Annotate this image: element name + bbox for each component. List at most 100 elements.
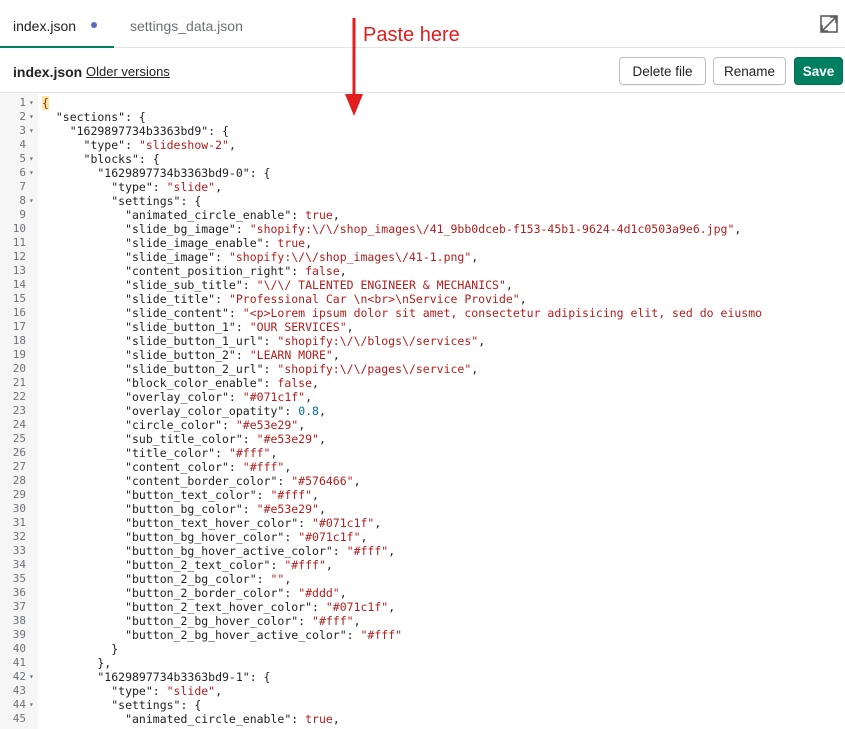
code-token: "slide_button_1": (42, 320, 250, 334)
code-text: "button_2_bg_color": "", (42, 572, 291, 586)
code-token: , (318, 502, 326, 516)
code-token: , (339, 264, 347, 278)
line-number: 10 (12, 222, 26, 235)
code-text: "content_color": "#fff", (42, 460, 291, 474)
code-line: 43 "type": "slide", (0, 684, 845, 698)
code-token: , (519, 292, 527, 306)
fold-arrow-icon[interactable]: ▾ (29, 96, 37, 110)
editor-toolbar: index.json Older versions Delete file Re… (0, 49, 845, 93)
code-token: "\/\/ TALENTED ENGINEER & MECHANICS" (256, 278, 506, 292)
line-number: 1 (19, 96, 26, 109)
tab-settings-data-json[interactable]: settings_data.json (130, 0, 243, 48)
code-token: "slide_image": (42, 250, 229, 264)
code-token: "settings": { (42, 698, 202, 712)
code-token: "block_color_enable": (42, 376, 278, 390)
line-number: 32 (12, 530, 26, 543)
code-token: false (277, 376, 313, 390)
code-token: , (734, 222, 742, 236)
fold-arrow-icon[interactable]: ▾ (29, 194, 37, 208)
code-token: "button_text_hover_color": (42, 516, 313, 530)
code-token: "#576466" (291, 474, 354, 488)
code-line: 13 "content_position_right": false, (0, 264, 845, 278)
expand-icon[interactable] (819, 14, 839, 34)
code-token: "slideshow-2" (138, 138, 229, 152)
fold-arrow-icon[interactable]: ▾ (29, 670, 37, 684)
unsaved-indicator-dot (91, 22, 97, 28)
code-token: , (305, 390, 313, 404)
code-token: "slide_title": (42, 292, 229, 306)
code-editor[interactable]: 1 ▾{2 ▾ "sections": {3 ▾ "1629897734b3363bd… (0, 94, 845, 729)
code-token: , (318, 404, 326, 418)
code-token: , (325, 558, 333, 572)
code-token: , (215, 684, 223, 698)
code-token: "animated_circle_enable": (42, 208, 306, 222)
code-token: "button_2_bg_hover_active_color": (42, 628, 361, 642)
code-text: "button_bg_hover_color": "#071c1f", (42, 530, 367, 544)
line-number: 28 (12, 474, 26, 487)
code-token: "button_2_text_hover_color": (42, 600, 326, 614)
code-text: "block_color_enable": false, (42, 376, 319, 390)
code-text: "animated_circle_enable": true, (42, 208, 340, 222)
code-text: "slide_button_1": "OUR SERVICES", (42, 320, 354, 334)
code-token: "button_2_text_color": (42, 558, 285, 572)
code-token: { (42, 96, 49, 110)
code-line: 20 "slide_button_2_url": "shopify:\/\/pa… (0, 362, 845, 376)
line-number: 21 (12, 376, 26, 389)
save-button[interactable]: Save (794, 57, 843, 85)
code-token: }, (42, 656, 112, 670)
line-number: 5 (19, 152, 26, 165)
code-line: 29 "button_text_color": "#fff", (0, 488, 845, 502)
fold-arrow-icon[interactable]: ▾ (29, 698, 37, 712)
code-text: "content_border_color": "#576466", (42, 474, 360, 488)
line-number: 13 (12, 264, 26, 277)
delete-file-button[interactable]: Delete file (619, 57, 706, 85)
code-line: 24 "circle_color": "#e53e29", (0, 418, 845, 432)
code-token: "#fff" (242, 460, 285, 474)
code-text: "button_bg_color": "#e53e29", (42, 502, 326, 516)
code-text: "slide_content": "<p>Lorem ipsum dolor s… (42, 306, 762, 320)
code-token: true (277, 236, 306, 250)
fold-arrow-icon[interactable]: ▾ (29, 166, 37, 180)
line-number: 45 (12, 712, 26, 725)
line-number: 20 (12, 362, 26, 375)
code-text: "button_bg_hover_active_color": "#fff", (42, 544, 395, 558)
code-text: "blocks": { (42, 152, 160, 166)
code-token: "#e53e29" (256, 432, 319, 446)
code-text: "settings": { (42, 698, 201, 712)
code-line: 45 "animated_circle_enable": true, (0, 712, 845, 726)
code-token: "slide" (166, 684, 216, 698)
rename-button[interactable]: Rename (713, 57, 786, 85)
code-lines: 1 ▾{2 ▾ "sections": {3 ▾ "1629897734b3363bd… (0, 96, 845, 726)
code-line: 22 "overlay_color": "#071c1f", (0, 390, 845, 404)
code-token: "slide_bg_image": (42, 222, 250, 236)
fold-arrow-icon[interactable]: ▾ (29, 110, 37, 124)
line-number: 14 (12, 278, 26, 291)
code-token: 0.8 (298, 404, 319, 418)
code-line: 4 "type": "slideshow-2", (0, 138, 845, 152)
code-token: "slide" (166, 180, 216, 194)
older-versions-link[interactable]: Older versions (86, 64, 170, 79)
code-token: "slide_button_2_url": (42, 362, 278, 376)
tab-label: settings_data.json (130, 18, 243, 34)
code-token: "button_text_color": (42, 488, 271, 502)
code-text: "1629897734b3363bd9-1": { (42, 670, 270, 684)
code-token: , (298, 418, 306, 432)
line-number: 42 (12, 670, 26, 683)
code-token: "#fff" (228, 446, 271, 460)
code-line: 37 "button_2_text_hover_color": "#071c1f… (0, 600, 845, 614)
code-text: "1629897734b3363bd9": { (42, 124, 229, 138)
code-line: 30 "button_bg_color": "#e53e29", (0, 502, 845, 516)
code-line: 3 ▾ "1629897734b3363bd9": { (0, 124, 845, 138)
code-token: "slide_sub_title": (42, 278, 257, 292)
fold-arrow-icon[interactable]: ▾ (29, 124, 37, 138)
code-token: , (471, 362, 479, 376)
fold-arrow-icon[interactable]: ▾ (29, 152, 37, 166)
code-text: "button_2_bg_hover_color": "#fff", (42, 614, 360, 628)
code-text: "slide_sub_title": "\/\/ TALENTED ENGINE… (42, 278, 513, 292)
line-number: 43 (12, 684, 26, 697)
code-text: "button_2_text_color": "#fff", (42, 558, 333, 572)
code-token: } (42, 642, 119, 656)
code-token: "slide_button_2": (42, 348, 250, 362)
code-token: "#e53e29" (235, 418, 299, 432)
code-line: 2 ▾ "sections": { (0, 110, 845, 124)
